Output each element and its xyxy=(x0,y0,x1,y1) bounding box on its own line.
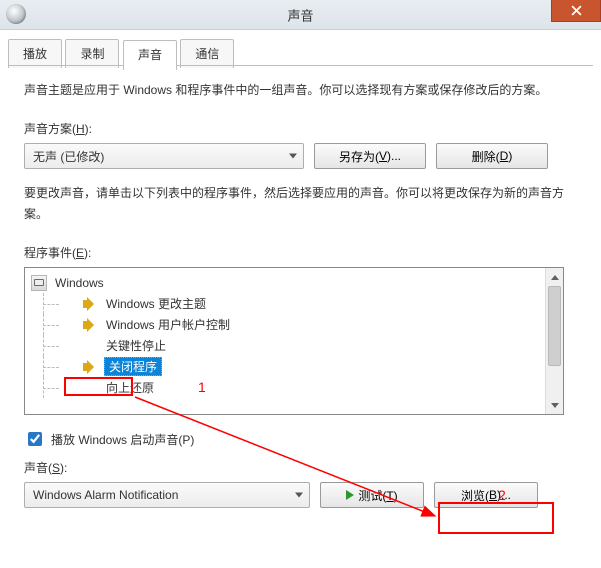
play-icon xyxy=(346,490,354,500)
events-description: 要更改声音，请单击以下列表中的程序事件，然后选择要应用的声音。你可以将更改保存为… xyxy=(24,183,577,224)
close-button[interactable] xyxy=(551,0,601,22)
tree-item-close-program[interactable]: 关闭程序 xyxy=(29,356,559,377)
tab-playback[interactable]: 播放 xyxy=(8,39,62,68)
browse-button[interactable]: 浏览(B)... xyxy=(434,482,538,508)
system-icon xyxy=(6,4,26,24)
tree-item-critical-stop[interactable]: 关键性停止 xyxy=(29,335,559,356)
chevron-down-icon xyxy=(289,154,297,159)
sounds-panel: 声音主题是应用于 Windows 和程序事件中的一组声音。你可以选择现有方案或保… xyxy=(0,66,601,522)
sound-dialog: 声音 播放 录制 声音 通信 声音主题是应用于 Windows 和程序事件中的一… xyxy=(0,0,601,568)
scheme-combo[interactable]: 无声 (已修改) xyxy=(24,143,304,169)
delete-button[interactable]: 删除(D) xyxy=(436,143,548,169)
chevron-up-icon xyxy=(551,275,559,280)
speaker-icon xyxy=(83,360,99,374)
tab-sounds[interactable]: 声音 xyxy=(123,40,177,70)
chevron-down-icon xyxy=(551,403,559,408)
chevron-down-icon xyxy=(295,493,303,498)
tab-strip: 播放 录制 声音 通信 xyxy=(8,38,593,66)
tab-underline xyxy=(8,65,593,66)
titlebar: 声音 xyxy=(0,0,601,30)
play-startup-sound-checkbox[interactable] xyxy=(28,432,42,446)
sound-combo[interactable]: Windows Alarm Notification xyxy=(24,482,310,508)
play-startup-sound-label[interactable]: 播放 Windows 启动声音(P) xyxy=(24,429,577,449)
scroll-track[interactable] xyxy=(546,286,563,396)
tab-recording[interactable]: 录制 xyxy=(65,39,119,68)
sound-label: 声音(S): xyxy=(24,459,577,476)
computer-icon xyxy=(31,275,47,291)
scroll-thumb[interactable] xyxy=(548,286,561,366)
scheme-description: 声音主题是应用于 Windows 和程序事件中的一组声音。你可以选择现有方案或保… xyxy=(24,80,577,100)
tree-item-change-theme[interactable]: Windows 更改主题 xyxy=(29,293,559,314)
test-button[interactable]: 测试(T) xyxy=(320,482,424,508)
scroll-down-button[interactable] xyxy=(546,396,563,414)
window-title: 声音 xyxy=(287,5,313,24)
scheme-combo-value: 无声 (已修改) xyxy=(33,148,104,165)
speaker-icon xyxy=(83,297,99,311)
scroll-up-button[interactable] xyxy=(546,268,563,286)
tree-scrollbar[interactable] xyxy=(545,268,563,414)
sound-combo-value: Windows Alarm Notification xyxy=(33,488,178,502)
program-events-tree[interactable]: Windows Windows 更改主题 Windows 用户帐户控制 关键性停… xyxy=(24,267,564,415)
close-icon xyxy=(571,5,582,16)
tree-item-restore-up[interactable]: 向上还原 xyxy=(29,377,559,398)
tab-communications[interactable]: 通信 xyxy=(180,39,234,68)
tree-item-uac[interactable]: Windows 用户帐户控制 xyxy=(29,314,559,335)
speaker-icon xyxy=(83,318,99,332)
events-label: 程序事件(E): xyxy=(24,244,577,261)
save-as-button[interactable]: 另存为(V)... xyxy=(314,143,426,169)
tree-root[interactable]: Windows xyxy=(29,272,559,293)
scheme-label: 声音方案(H): xyxy=(24,120,577,137)
